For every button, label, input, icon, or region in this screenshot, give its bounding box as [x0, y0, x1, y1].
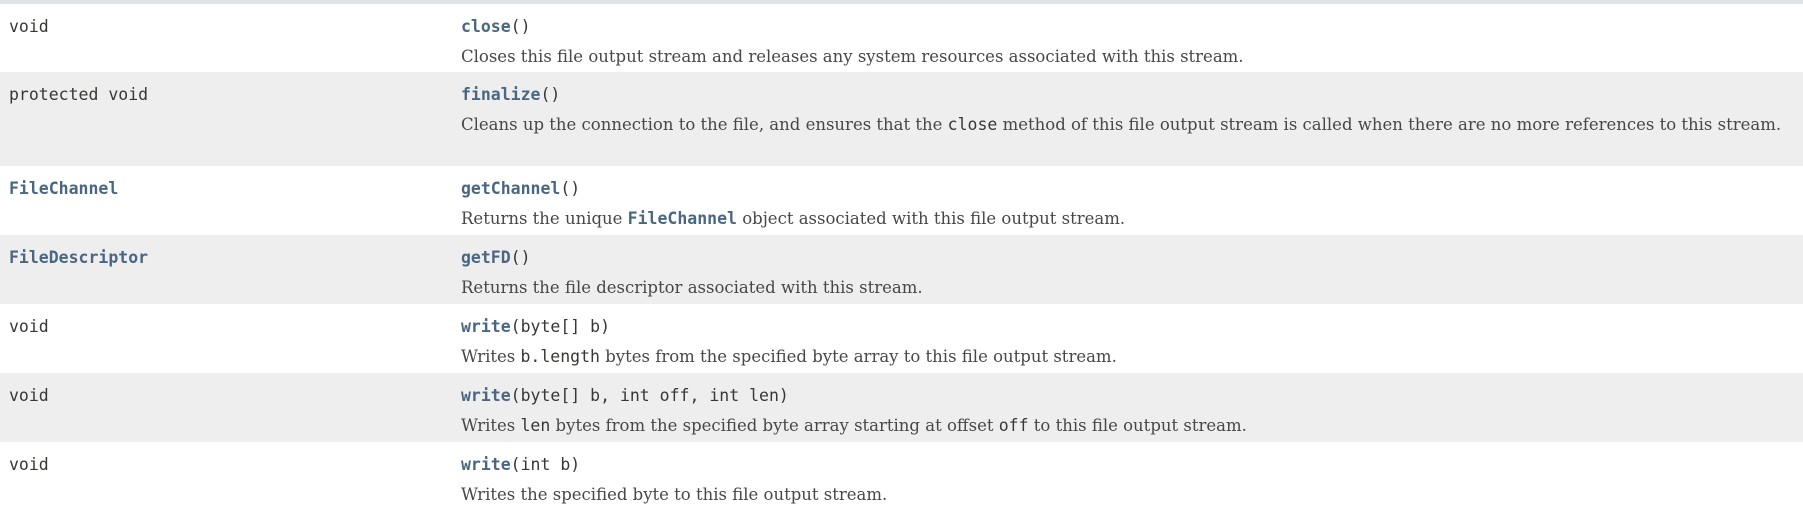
inline-code: off: [998, 416, 1029, 435]
method-params: (int b): [510, 455, 581, 474]
description-text: Writes the specified byte to this file o…: [461, 485, 888, 504]
description-text: bytes from the specified byte array to t…: [599, 347, 1117, 366]
method-signature: write(byte[] b): [461, 316, 1789, 338]
table-row: FileChannel getChannel() Returns the uni…: [0, 166, 1803, 235]
method-link-write[interactable]: write: [461, 386, 511, 405]
method-cell: getFD() Returns the file descriptor asso…: [461, 247, 1789, 300]
method-cell: write(byte[] b, int off, int len) Writes…: [461, 385, 1789, 438]
method-description: Writes b.length bytes from the specified…: [461, 344, 1789, 369]
method-signature: close(): [461, 16, 1789, 38]
method-description: Returns the file descriptor associated w…: [461, 275, 1789, 300]
description-text: Closes this file output stream and relea…: [461, 47, 1244, 66]
method-cell: close() Closes this file output stream a…: [461, 16, 1789, 69]
method-params: (): [560, 179, 581, 198]
method-link-getfd[interactable]: getFD: [461, 248, 511, 267]
method-signature: write(byte[] b, int off, int len): [461, 385, 1789, 407]
method-cell: finalize() Cleans up the connection to t…: [461, 84, 1789, 137]
method-description: Writes the specified byte to this file o…: [461, 482, 1789, 507]
method-params: (): [510, 17, 531, 36]
description-text: Returns the unique: [461, 209, 628, 228]
table-row: void close() Closes this file output str…: [0, 4, 1803, 72]
table-row: void write(byte[] b, int off, int len) W…: [0, 373, 1803, 442]
description-text: object associated with this file output …: [736, 209, 1126, 228]
method-params: (): [540, 85, 561, 104]
method-link-finalize[interactable]: finalize: [461, 85, 540, 104]
modifier-and-type: FileDescriptor: [9, 247, 148, 269]
method-cell: write(byte[] b) Writes b.length bytes fr…: [461, 316, 1789, 369]
method-signature: write(int b): [461, 454, 1789, 476]
table-row: void write(int b) Writes the specified b…: [0, 442, 1803, 505]
method-cell: write(int b) Writes the specified byte t…: [461, 454, 1789, 507]
modifier-and-type: void: [9, 385, 49, 407]
modifier-and-type: protected void: [9, 84, 148, 106]
modifier-and-type: void: [9, 316, 49, 338]
type-text: protected void: [9, 85, 149, 104]
modifier-and-type: void: [9, 16, 49, 38]
method-link-write[interactable]: write: [461, 455, 511, 474]
type-text: void: [9, 455, 49, 474]
method-signature: finalize(): [461, 84, 1789, 106]
type-text: void: [9, 386, 49, 405]
inline-code: close: [947, 115, 998, 134]
description-text: to this file output stream.: [1028, 416, 1247, 435]
description-text: Writes: [461, 416, 521, 435]
method-params: (byte[] b): [510, 317, 611, 336]
description-text: Returns the file descriptor associated w…: [461, 278, 923, 297]
method-signature: getFD(): [461, 247, 1789, 269]
method-description: Returns the unique FileChannel object as…: [461, 206, 1789, 231]
method-params: (): [510, 248, 531, 267]
method-signature: getChannel(): [461, 178, 1789, 200]
inline-code-link[interactable]: FileChannel: [628, 209, 737, 228]
method-link-write[interactable]: write: [461, 317, 511, 336]
type-text: void: [9, 317, 49, 336]
type-text: void: [9, 17, 49, 36]
method-link-close[interactable]: close: [461, 17, 511, 36]
inline-code: len: [520, 416, 551, 435]
inline-code: b.length: [520, 347, 600, 366]
description-text: bytes from the specified byte array star…: [550, 416, 999, 435]
table-row: protected void finalize() Cleans up the …: [0, 72, 1803, 166]
type-link-filechannel[interactable]: FileChannel: [9, 179, 118, 198]
method-description: Cleans up the connection to the file, an…: [461, 112, 1789, 137]
method-description: Closes this file output stream and relea…: [461, 44, 1789, 69]
method-params: (byte[] b, int off, int len): [510, 386, 789, 405]
description-text: method of this file output stream is cal…: [997, 115, 1782, 134]
modifier-and-type: FileChannel: [9, 178, 118, 200]
modifier-and-type: void: [9, 454, 49, 476]
description-text: Writes: [461, 347, 521, 366]
method-summary-table: void close() Closes this file output str…: [0, 4, 1803, 505]
method-link-getchannel[interactable]: getChannel: [461, 179, 560, 198]
table-row: FileDescriptor getFD() Returns the file …: [0, 235, 1803, 304]
method-description: Writes len bytes from the specified byte…: [461, 413, 1789, 438]
table-row: void write(byte[] b) Writes b.length byt…: [0, 304, 1803, 373]
method-cell: getChannel() Returns the unique FileChan…: [461, 178, 1789, 231]
type-link-filedescriptor[interactable]: FileDescriptor: [9, 248, 148, 267]
description-text: Cleans up the connection to the file, an…: [461, 115, 948, 134]
